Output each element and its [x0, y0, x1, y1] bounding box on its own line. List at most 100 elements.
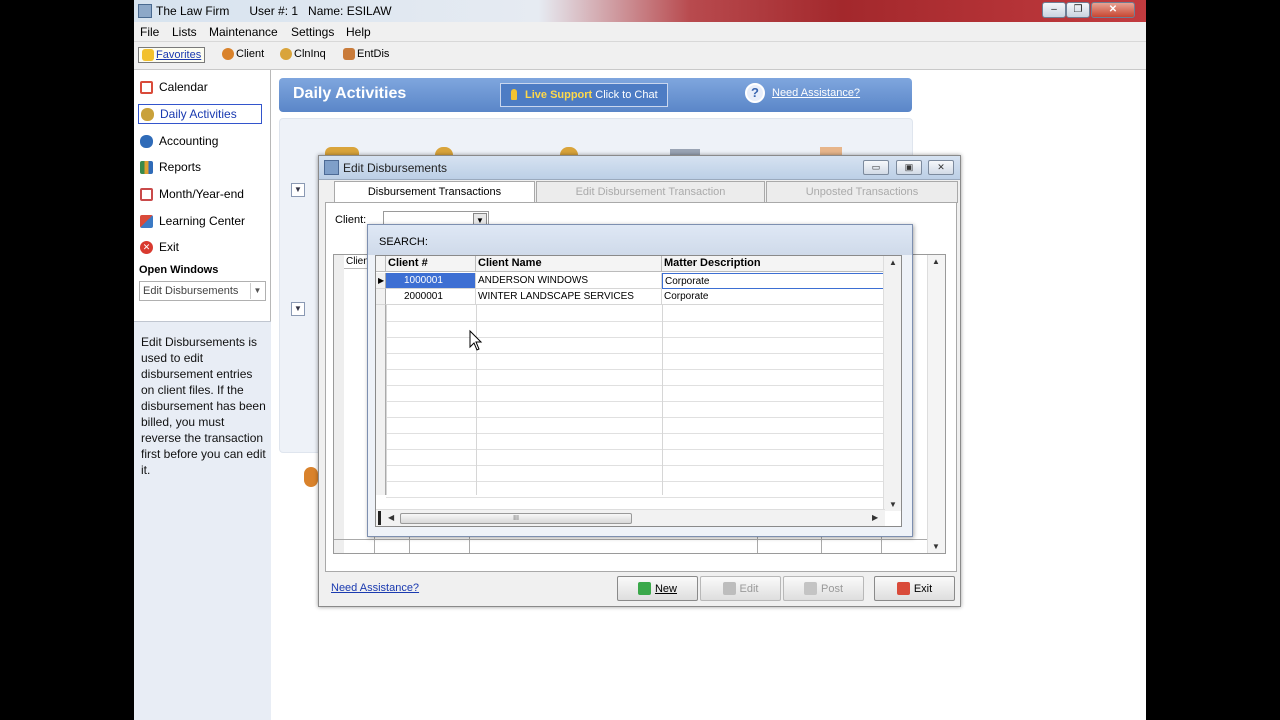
grid-line [386, 497, 883, 498]
table-cell[interactable]: Corporate [662, 273, 884, 289]
plus-icon [637, 582, 651, 595]
menu-bar: File Lists Maintenance Settings Help [134, 22, 1146, 42]
open-windows-select[interactable]: Edit Disbursements ▼ [139, 281, 266, 301]
favorites-button[interactable]: Favorites [138, 47, 206, 63]
entdis-button[interactable]: EntDis [343, 48, 389, 60]
checkmark-icon [803, 582, 817, 595]
clninq-button[interactable]: ClnInq [280, 48, 326, 60]
scroll-right-icon[interactable]: ▶ [872, 513, 878, 522]
mouse-cursor-icon [469, 329, 483, 351]
grid-line [386, 401, 883, 402]
edit-button[interactable]: Edit [700, 576, 781, 601]
scroll-down-icon[interactable]: ▼ [932, 542, 940, 551]
menu-maintenance[interactable]: Maintenance [209, 25, 278, 39]
tab-unposted-transactions[interactable]: Unposted Transactions [766, 181, 958, 203]
dialog-close-button[interactable]: ✕ [928, 160, 954, 175]
search-results-grid[interactable]: Client # Client Name Matter Description … [375, 255, 902, 527]
chevron-down-icon[interactable]: ▼ [250, 283, 264, 299]
client-icon [304, 467, 318, 487]
need-assistance-link[interactable]: Need Assistance? [772, 87, 860, 99]
search-header: SEARCH: [368, 225, 912, 255]
grid-line [386, 465, 883, 466]
table-cell[interactable]: ANDERSON WINDOWS [476, 273, 662, 289]
menu-lists[interactable]: Lists [172, 25, 197, 39]
scroll-thumb[interactable]: III [400, 513, 632, 524]
letterbox-right [1146, 0, 1280, 720]
search-vertical-scrollbar[interactable]: ▲ ▼ [883, 256, 901, 511]
grid-line [386, 433, 883, 434]
scroll-up-icon[interactable]: ▲ [889, 258, 897, 267]
live-support-button[interactable]: Live Support Click to Chat [500, 83, 668, 107]
menu-settings[interactable]: Settings [291, 25, 334, 39]
column-header-client-name[interactable]: Client Name [476, 256, 662, 272]
daily-activities-icon [141, 107, 154, 121]
new-button[interactable]: New [617, 576, 698, 601]
lightbulb-icon [511, 89, 517, 100]
sidebar-item-reports[interactable]: Reports [138, 157, 262, 177]
help-text: Edit Disbursements is used to edit disbu… [134, 321, 271, 720]
collapse-toggle-icon[interactable]: ▼ [291, 183, 305, 197]
table-cell[interactable]: 1000001 [386, 273, 476, 289]
grid-line [386, 385, 883, 386]
exit-button[interactable]: Exit [874, 576, 955, 601]
learning-center-icon [140, 214, 153, 228]
search-horizontal-scrollbar[interactable]: ◀ III ▶ [376, 509, 885, 526]
minimize-button[interactable]: – [1042, 2, 1066, 18]
dialog-title: Edit Disbursements [343, 161, 448, 175]
dialog-maximize-button[interactable]: ▣ [896, 160, 922, 175]
month-year-end-icon [140, 187, 153, 201]
pencil-icon [722, 582, 736, 595]
scroll-down-icon[interactable]: ▼ [889, 500, 897, 509]
row-header-column [334, 255, 344, 553]
exit-door-icon [896, 582, 910, 595]
daily-activities-header: Daily Activities Live Support Click to C… [279, 78, 912, 112]
enter-disbursement-icon [343, 48, 355, 60]
window-title: The Law Firm User #: 1 Name: ESILAW [156, 4, 392, 18]
sidebar: Calendar Daily Activities Accounting Rep… [134, 70, 271, 720]
scroll-left-icon[interactable]: ◀ [388, 513, 394, 522]
dialog-title-bar[interactable]: Edit Disbursements ▭ ▣ ✕ [319, 156, 960, 180]
dialog-minimize-button[interactable]: ▭ [863, 160, 889, 175]
app-window: The Law Firm User #: 1 Name: ESILAW – ❐ … [134, 0, 1146, 720]
sidebar-item-month-year-end[interactable]: Month/Year-end [138, 184, 262, 204]
collapse-toggle-icon[interactable]: ▼ [291, 302, 305, 316]
sidebar-item-exit[interactable]: ✕ Exit [138, 237, 262, 257]
table-cell[interactable]: WINTER LANDSCAPE SERVICES [476, 289, 662, 305]
tab-edit-disbursement-transaction[interactable]: Edit Disbursement Transaction [536, 181, 765, 203]
tab-disbursement-transactions[interactable]: Disbursement Transactions [334, 181, 535, 203]
client-icon [222, 48, 234, 60]
client-inquiry-icon [280, 48, 292, 60]
star-icon [142, 49, 154, 61]
sidebar-item-daily-activities[interactable]: Daily Activities [138, 104, 262, 124]
reports-icon [140, 160, 153, 174]
client-label: Client: [335, 214, 367, 226]
help-question-icon[interactable]: ? [745, 83, 765, 103]
sidebar-item-calendar[interactable]: Calendar [138, 77, 262, 97]
grid-line [386, 337, 883, 338]
table-cell[interactable]: 2000001 [386, 289, 476, 305]
maximize-button[interactable]: ❐ [1066, 2, 1090, 18]
menu-help[interactable]: Help [346, 25, 371, 39]
close-button[interactable]: ✕ [1091, 2, 1135, 18]
sidebar-item-learning-center[interactable]: Learning Center [138, 211, 262, 231]
client-button[interactable]: Client [222, 48, 264, 60]
column-header-matter-description[interactable]: Matter Description [662, 256, 884, 272]
dialog-need-assistance-link[interactable]: Need Assistance? [331, 582, 419, 594]
page-title: Daily Activities [293, 85, 407, 102]
sidebar-item-accounting[interactable]: Accounting [138, 131, 262, 151]
column-header-client-no[interactable]: Client # [386, 256, 476, 272]
letterbox-left [0, 0, 134, 720]
menu-file[interactable]: File [140, 25, 159, 39]
grid-line [386, 449, 883, 450]
app-icon [138, 4, 152, 18]
grid-scrollbar[interactable]: ▲ ▼ [927, 255, 945, 553]
post-button[interactable]: Post [783, 576, 864, 601]
table-cell[interactable]: Corporate [662, 289, 884, 305]
grid-line [386, 369, 883, 370]
scroll-up-icon[interactable]: ▲ [932, 257, 940, 266]
calendar-icon [140, 80, 153, 94]
grid-line [386, 417, 883, 418]
title-bar[interactable]: The Law Firm User #: 1 Name: ESILAW – ❐ … [134, 0, 1146, 22]
open-windows-label: Open Windows [139, 264, 219, 276]
grid-line [386, 353, 883, 354]
